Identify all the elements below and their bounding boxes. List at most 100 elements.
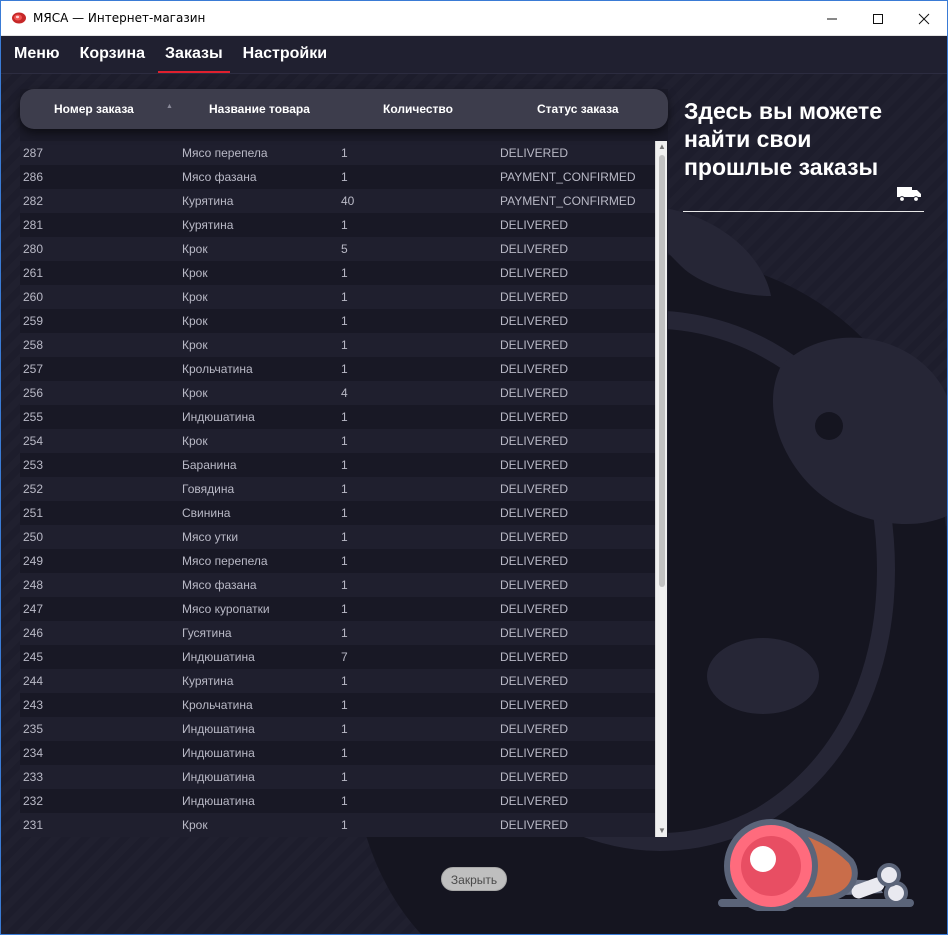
title-bar[interactable]: МЯСА — Интернет-магазин	[1, 1, 947, 36]
tab-cart[interactable]: Корзина	[73, 36, 152, 74]
table-row[interactable]: 250 Мясо утки 1 DELIVERED	[20, 525, 656, 549]
table-row[interactable]: 258 Крок 1 DELIVERED	[20, 333, 656, 357]
table-header: Номер заказа ▲ Название товара Количеств…	[20, 89, 668, 129]
quantity-cell: 1	[341, 626, 348, 640]
table-row[interactable]: 286 Мясо фазана 1 PAYMENT_CONFIRMED	[20, 165, 656, 189]
scrollbar-thumb[interactable]	[659, 155, 665, 587]
window-controls	[809, 1, 947, 36]
table-row[interactable]: 234 Индюшатина 1 DELIVERED	[20, 741, 656, 765]
order-status-cell: DELIVERED	[500, 458, 569, 472]
table-row[interactable]: 253 Баранина 1 DELIVERED	[20, 453, 656, 477]
product-name-cell: Крок	[182, 314, 208, 328]
column-header-order-number[interactable]: Номер заказа	[54, 102, 134, 116]
quantity-cell: 1	[341, 170, 348, 184]
product-name-cell: Говядина	[182, 482, 235, 496]
order-number-cell: 281	[23, 218, 44, 232]
tab-settings[interactable]: Настройки	[236, 36, 334, 74]
table-row[interactable]: 247 Мясо куропатки 1 DELIVERED	[20, 597, 656, 621]
order-number-cell: 257	[23, 362, 44, 376]
table-row[interactable]: 246 Гусятина 1 DELIVERED	[20, 621, 656, 645]
order-number-cell: 261	[23, 266, 44, 280]
product-name-cell: Индюшатина	[182, 410, 255, 424]
close-window-button[interactable]	[901, 1, 947, 36]
table-row[interactable]: 233 Индюшатина 1 DELIVERED	[20, 765, 656, 789]
order-status-cell: DELIVERED	[500, 242, 569, 256]
product-name-cell: Курятина	[182, 218, 234, 232]
table-row[interactable]: 249 Мясо перепела 1 DELIVERED	[20, 549, 656, 573]
order-number-cell: 251	[23, 506, 44, 520]
orders-table: Номер заказа ▲ Название товара Количеств…	[20, 89, 668, 837]
table-row[interactable]: 248 Мясо фазана 1 DELIVERED	[20, 573, 656, 597]
scroll-down-icon[interactable]: ▼	[658, 827, 666, 835]
table-row[interactable]: 256 Крок 4 DELIVERED	[20, 381, 656, 405]
table-row[interactable]: 255 Индюшатина 1 DELIVERED	[20, 405, 656, 429]
table-row[interactable]: 257 Крольчатина 1 DELIVERED	[20, 357, 656, 381]
close-button[interactable]: Закрыть	[441, 867, 507, 891]
table-row[interactable]: 251 Свинина 1 DELIVERED	[20, 501, 656, 525]
column-header-quantity[interactable]: Количество	[383, 102, 453, 116]
order-number-cell: 254	[23, 434, 44, 448]
tab-menu[interactable]: Меню	[7, 36, 67, 74]
maximize-button[interactable]	[855, 1, 901, 36]
product-name-cell: Крок	[182, 386, 208, 400]
product-name-cell: Крок	[182, 290, 208, 304]
order-number-cell: 250	[23, 530, 44, 544]
order-number-cell: 280	[23, 242, 44, 256]
main-content: Меню Корзина Заказы Настройки Номер зака…	[1, 36, 947, 934]
table-row[interactable]: 244 Курятина 1 DELIVERED	[20, 669, 656, 693]
order-status-cell: PAYMENT_CONFIRMED	[500, 170, 636, 184]
table-row[interactable]: 261 Крок 1 DELIVERED	[20, 261, 656, 285]
table-row[interactable]: 282 Курятина 40 PAYMENT_CONFIRMED	[20, 189, 656, 213]
ham-logo-icon	[718, 819, 914, 911]
order-status-cell: DELIVERED	[500, 554, 569, 568]
order-status-cell: DELIVERED	[500, 266, 569, 280]
column-header-product-name[interactable]: Название товара	[209, 102, 310, 116]
table-row[interactable]: 231 Крок 1 DELIVERED	[20, 813, 656, 837]
table-row[interactable]: 245 Индюшатина 7 DELIVERED	[20, 645, 656, 669]
product-name-cell: Крок	[182, 434, 208, 448]
product-name-cell: Крольчатина	[182, 362, 253, 376]
quantity-cell: 1	[341, 410, 348, 424]
meat-app-icon	[12, 12, 26, 24]
table-row[interactable]: 232 Индюшатина 1 DELIVERED	[20, 789, 656, 813]
table-row[interactable]: 260 Крок 1 DELIVERED	[20, 285, 656, 309]
order-status-cell: DELIVERED	[500, 818, 569, 832]
tab-orders[interactable]: Заказы	[158, 36, 230, 74]
table-row[interactable]: 259 Крок 1 DELIVERED	[20, 309, 656, 333]
order-number-cell: 282	[23, 194, 44, 208]
order-status-cell: DELIVERED	[500, 794, 569, 808]
minimize-button[interactable]	[809, 1, 855, 36]
quantity-cell: 1	[341, 266, 348, 280]
table-row[interactable]: 252 Говядина 1 DELIVERED	[20, 477, 656, 501]
product-name-cell: Мясо утки	[182, 530, 239, 544]
order-number-cell: 286	[23, 170, 44, 184]
product-name-cell: Баранина	[182, 458, 237, 472]
order-number-cell: 235	[23, 722, 44, 736]
scroll-up-icon[interactable]: ▲	[658, 143, 666, 151]
table-row[interactable]: 243 Крольчатина 1 DELIVERED	[20, 693, 656, 717]
table-row[interactable]: 281 Курятина 1 DELIVERED	[20, 213, 656, 237]
order-status-cell: DELIVERED	[500, 578, 569, 592]
quantity-cell: 1	[341, 314, 348, 328]
quantity-cell: 1	[341, 602, 348, 616]
product-name-cell: Индюшатина	[182, 794, 255, 808]
order-number-cell: 260	[23, 290, 44, 304]
product-name-cell: Индюшатина	[182, 770, 255, 784]
table-row[interactable]: 287 Мясо перепела 1 DELIVERED	[20, 141, 656, 165]
truck-icon	[897, 187, 921, 202]
quantity-cell: 1	[341, 794, 348, 808]
order-number-cell: 255	[23, 410, 44, 424]
quantity-cell: 40	[341, 194, 355, 208]
column-header-order-status[interactable]: Статус заказа	[537, 102, 619, 116]
order-number-cell: 243	[23, 698, 44, 712]
table-row[interactable]: 235 Индюшатина 1 DELIVERED	[20, 717, 656, 741]
order-status-cell: PAYMENT_CONFIRMED	[500, 194, 636, 208]
order-status-cell: DELIVERED	[500, 626, 569, 640]
order-status-cell: DELIVERED	[500, 482, 569, 496]
product-name-cell: Крок	[182, 266, 208, 280]
product-name-cell: Мясо куропатки	[182, 602, 270, 616]
product-name-cell: Мясо фазана	[182, 578, 257, 592]
table-scrollbar[interactable]: ▲ ▼	[655, 141, 667, 837]
table-row[interactable]: 280 Крок 5 DELIVERED	[20, 237, 656, 261]
table-row[interactable]: 254 Крок 1 DELIVERED	[20, 429, 656, 453]
